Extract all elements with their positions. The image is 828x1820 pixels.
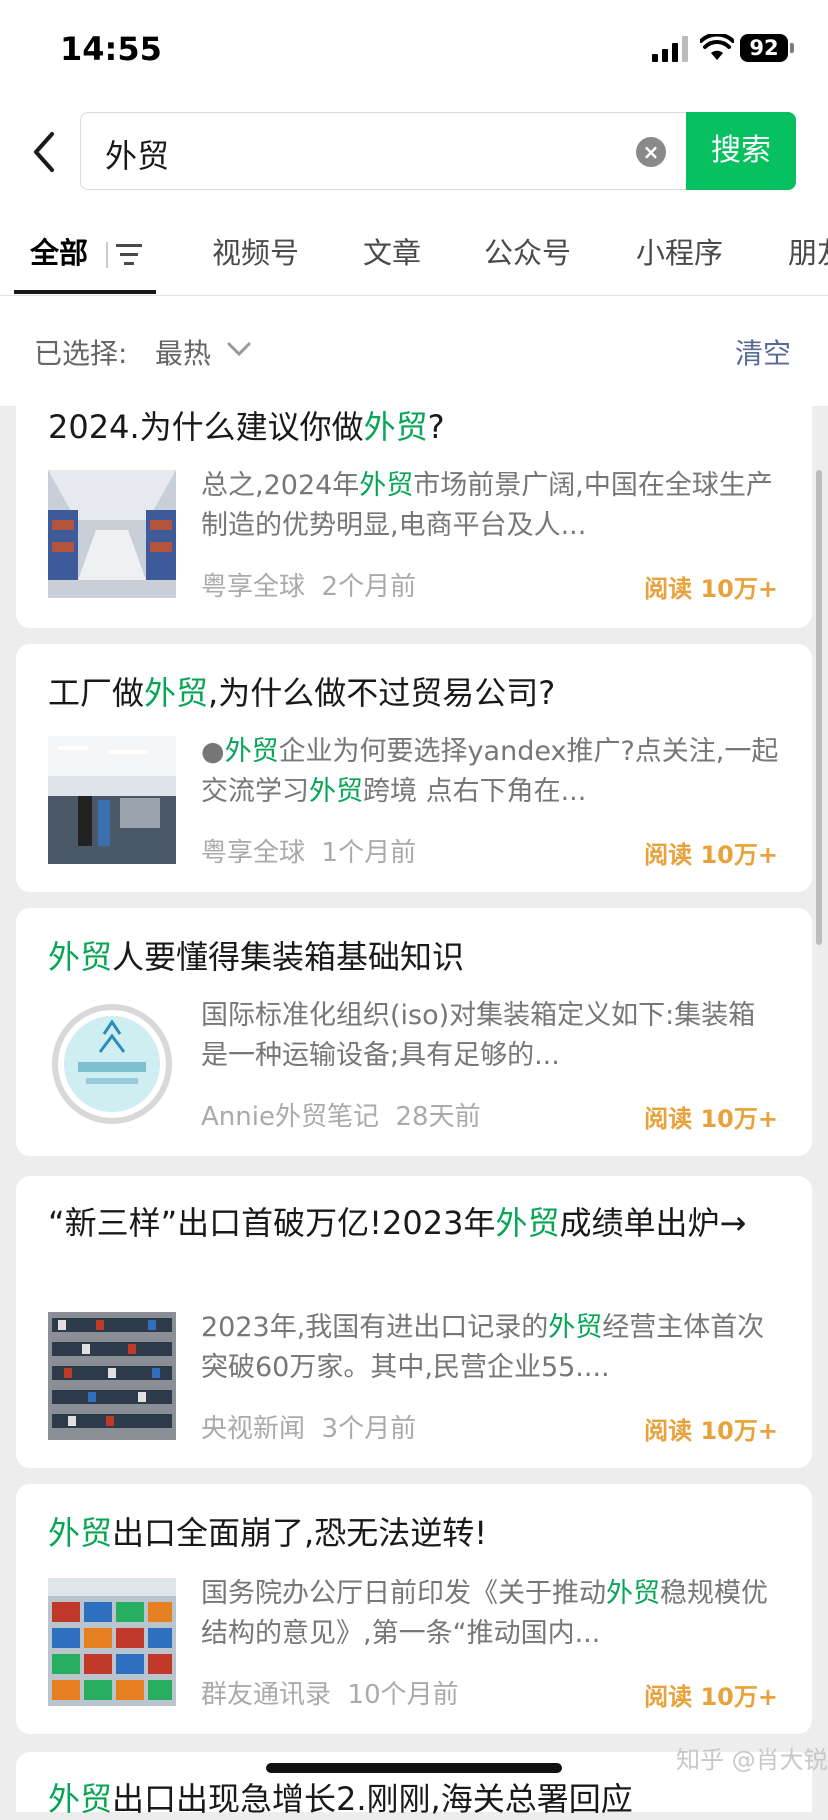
read-count: 阅读 10万+ bbox=[644, 841, 778, 869]
read-count: 阅读 10万+ bbox=[644, 575, 778, 603]
tab-channels[interactable]: 视频号 bbox=[212, 230, 299, 272]
thumbnail-car-lot bbox=[48, 1312, 176, 1440]
clear-filter-link[interactable]: 清空 bbox=[735, 332, 791, 372]
header-area: 14:55 92 外贸 × 搜索 全部 视频号 文章 公众号 小程序 朋 已选择… bbox=[0, 0, 828, 406]
sort-dropdown[interactable]: 最热 bbox=[155, 332, 211, 372]
result-source: Annie外贸笔记 28天前 bbox=[201, 1102, 481, 1132]
result-title: 工厂做外贸,为什么做不过贸易公司? bbox=[48, 674, 556, 712]
category-tabs: 全部 视频号 文章 公众号 小程序 朋友 bbox=[0, 210, 828, 296]
result-snippet: 国际标准化组织(iso)对集装箱定义如下:集装箱是一种运输设备;具有足够的... bbox=[201, 1000, 756, 1071]
filter-icon[interactable] bbox=[106, 242, 142, 268]
tab-official-accounts[interactable]: 公众号 bbox=[484, 230, 571, 272]
thumbnail-container-port bbox=[48, 1578, 176, 1706]
result-snippet: 2023年,我国有进出口记录的外贸经营主体首次突破60万家。其中,民营企业55.… bbox=[201, 1312, 765, 1383]
result-title: 外贸出口出现急增长2.刚刚,海关总署回应 bbox=[48, 1780, 633, 1818]
result-source: 粤享全球 2个月前 bbox=[201, 572, 417, 602]
filter-label: 已选择: bbox=[34, 337, 128, 370]
search-input[interactable]: 外贸 × bbox=[80, 112, 686, 190]
wifi-icon bbox=[700, 34, 734, 60]
thumbnail-factory bbox=[48, 736, 176, 864]
result-source: 央视新闻 3个月前 bbox=[201, 1414, 417, 1444]
tab-mini-programs[interactable]: 小程序 bbox=[636, 230, 723, 272]
result-card[interactable]: “新三样”出口首破万亿!2023年外贸成绩单出炉→ 2023年,我国有进出口记录… bbox=[16, 1176, 812, 1468]
result-snippet: 国务院办公厅日前印发《关于推动外贸稳规模优结构的意见》,第一条“推动国内... bbox=[201, 1578, 768, 1649]
thumbnail-logo bbox=[48, 1000, 176, 1128]
result-title: “新三样”出口首破万亿!2023年外贸成绩单出炉→ bbox=[48, 1204, 747, 1242]
scrollbar[interactable] bbox=[816, 470, 822, 945]
search-query: 外贸 bbox=[105, 137, 170, 175]
chevron-down-icon[interactable] bbox=[226, 340, 252, 358]
status-time: 14:55 bbox=[60, 30, 162, 68]
read-count: 阅读 10万+ bbox=[644, 1683, 778, 1711]
home-indicator[interactable] bbox=[266, 1763, 562, 1773]
read-count: 阅读 10万+ bbox=[644, 1417, 778, 1445]
result-snippet: ●外贸企业为何要选择yandex推广?点关注,一起交流学习外贸跨境 点右下角在.… bbox=[201, 736, 779, 807]
result-snippet: 总之,2024年外贸市场前景广阔,中国在全球生产制造的优势明显,电商平台及人..… bbox=[201, 470, 773, 541]
result-card[interactable]: 工厂做外贸,为什么做不过贸易公司? ●外贸企业为何要选择yandex推广?点关注… bbox=[16, 644, 812, 892]
result-card[interactable]: 外贸出口全面崩了,恐无法逆转! 国务院办公厅日前印发《关于推动外贸稳规模优结构的… bbox=[16, 1484, 812, 1734]
read-count: 阅读 10万+ bbox=[644, 1105, 778, 1133]
status-bar: 14:55 92 bbox=[0, 0, 828, 100]
watermark: 知乎 @肖大锐 bbox=[676, 1746, 828, 1774]
result-card[interactable]: 外贸人要懂得集装箱基础知识 国际标准化组织(iso)对集装箱定义如下:集装箱是一… bbox=[16, 908, 812, 1156]
result-card[interactable]: 2024.为什么建议你做外贸? 总之,2024年外贸市场前景广阔,中国在全球生产… bbox=[16, 370, 812, 628]
result-title: 外贸出口全面崩了,恐无法逆转! bbox=[48, 1514, 488, 1552]
tab-articles[interactable]: 文章 bbox=[363, 230, 421, 272]
clear-search-icon[interactable]: × bbox=[636, 137, 666, 167]
tab-all[interactable]: 全部 bbox=[30, 230, 88, 272]
battery-indicator: 92 bbox=[740, 34, 788, 62]
result-source: 群友通讯录 10个月前 bbox=[201, 1680, 459, 1710]
cellular-signal-icon bbox=[652, 36, 688, 62]
search-button[interactable]: 搜索 bbox=[686, 112, 796, 190]
thumbnail-warehouse bbox=[48, 470, 176, 598]
result-title: 2024.为什么建议你做外贸? bbox=[48, 408, 445, 446]
back-arrow-icon[interactable] bbox=[26, 128, 66, 176]
active-tab-underline bbox=[14, 290, 156, 294]
result-source: 粤享全球 1个月前 bbox=[201, 838, 417, 868]
result-title: 外贸人要懂得集装箱基础知识 bbox=[48, 938, 465, 976]
battery-tip bbox=[790, 43, 794, 53]
tab-moments[interactable]: 朋友 bbox=[788, 230, 828, 272]
